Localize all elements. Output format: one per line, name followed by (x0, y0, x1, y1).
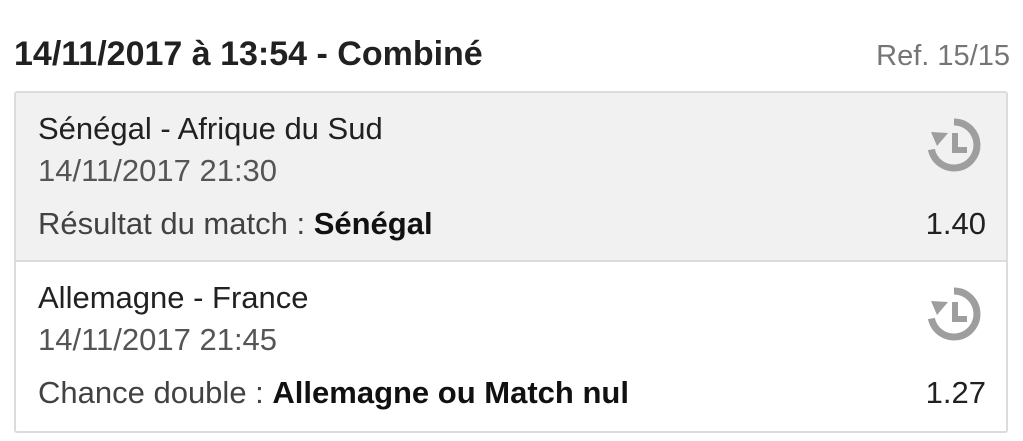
match-name: Allemagne - France (38, 280, 309, 315)
odds-value: 1.40 (925, 206, 986, 241)
history-icon[interactable] (924, 284, 984, 344)
odds-value: 1.27 (925, 375, 986, 410)
match-datetime: 14/11/2017 21:45 (38, 322, 278, 357)
bet-header: 14/11/2017 à 13:54 - Combiné Ref. 15/15 (14, 32, 1010, 82)
market-line: Chance double : Allemagne ou Match nul (38, 372, 629, 414)
bet-title: 14/11/2017 à 13:54 - Combiné (14, 35, 483, 73)
market-label: Chance double : (38, 375, 273, 410)
bet-list: Sénégal - Afrique du Sud 14/11/2017 21:3… (14, 91, 1008, 433)
bet-item[interactable]: Allemagne - France 14/11/2017 21:45 Chan… (16, 262, 1006, 431)
match-datetime: 14/11/2017 21:30 (38, 153, 278, 188)
selection-label: Sénégal (313, 206, 433, 241)
bet-reference: Ref. 15/15 (876, 40, 1010, 72)
match-name: Sénégal - Afrique du Sud (38, 111, 383, 146)
market-line: Résultat du match : Sénégal (38, 203, 433, 245)
bet-item[interactable]: Sénégal - Afrique du Sud 14/11/2017 21:3… (16, 93, 1006, 262)
history-icon[interactable] (924, 115, 984, 175)
selection-label: Allemagne ou Match nul (272, 375, 629, 410)
market-label: Résultat du match : (38, 206, 314, 241)
